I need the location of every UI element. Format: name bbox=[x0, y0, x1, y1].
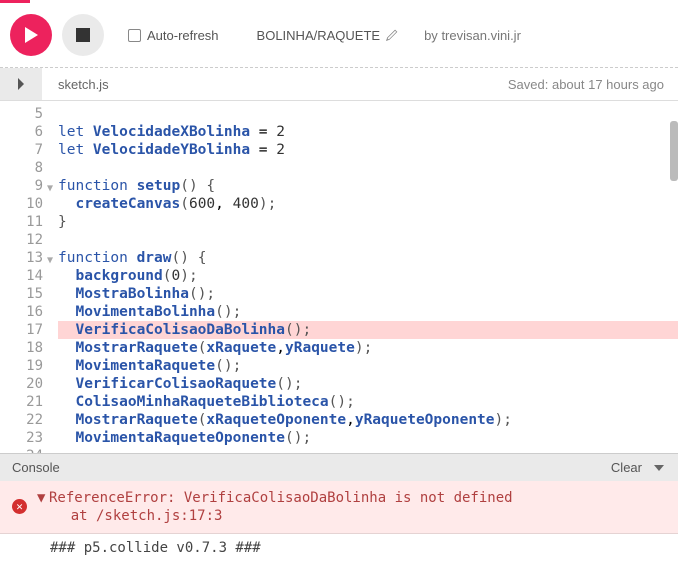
console-title: Console bbox=[12, 460, 60, 475]
play-icon bbox=[23, 26, 39, 44]
chevron-down-icon[interactable] bbox=[652, 461, 666, 475]
code-line[interactable]: MovimentaRaqueteOponente(); bbox=[58, 429, 678, 447]
line-number: 15 bbox=[0, 285, 43, 303]
code-line[interactable]: MostraBolinha(); bbox=[58, 285, 678, 303]
code-line[interactable]: VerificarColisaoRaquete(); bbox=[58, 375, 678, 393]
play-button[interactable] bbox=[10, 14, 52, 56]
code-line[interactable]: MostrarRaquete(xRaquete,yRaquete); bbox=[58, 339, 678, 357]
fold-marker-icon[interactable]: ▼ bbox=[47, 180, 53, 198]
console-body: ✕ ▼ReferenceError: VerificaColisaoDaBoli… bbox=[0, 481, 678, 562]
line-number: 23 bbox=[0, 429, 43, 447]
line-number: 24 bbox=[0, 447, 43, 453]
pencil-icon bbox=[386, 29, 398, 41]
auto-refresh-toggle[interactable]: Auto-refresh bbox=[128, 28, 219, 43]
line-number: 19 bbox=[0, 357, 43, 375]
code-line[interactable]: function setup() { bbox=[58, 177, 678, 195]
line-number: 21 bbox=[0, 393, 43, 411]
code-line[interactable]: let VelocidadeYBolinha = 2 bbox=[58, 141, 678, 159]
sketch-name[interactable]: BOLINHA/RAQUETE bbox=[257, 28, 399, 43]
error-icon: ✕ bbox=[12, 499, 27, 514]
code-area[interactable]: let VelocidadeXBolinha = 2let Velocidade… bbox=[58, 101, 678, 453]
line-number: 22 bbox=[0, 411, 43, 429]
sidebar-expand-button[interactable] bbox=[0, 68, 42, 100]
auto-refresh-label: Auto-refresh bbox=[147, 28, 219, 43]
line-number: 16 bbox=[0, 303, 43, 321]
code-line[interactable]: ColisaoMinhaRaqueteBiblioteca(); bbox=[58, 393, 678, 411]
line-number: 10 bbox=[0, 195, 43, 213]
code-line[interactable]: let VelocidadeXBolinha = 2 bbox=[58, 123, 678, 141]
stop-icon bbox=[76, 28, 90, 42]
scrollbar-thumb[interactable] bbox=[670, 121, 678, 181]
console-error-text: ▼ReferenceError: VerificaColisaoDaBolinh… bbox=[37, 489, 513, 525]
code-line[interactable]: background(0); bbox=[58, 267, 678, 285]
tab-current-file[interactable]: sketch.js bbox=[42, 69, 125, 100]
line-number: 20 bbox=[0, 375, 43, 393]
chevron-right-icon bbox=[16, 78, 26, 90]
fold-marker-icon[interactable]: ▼ bbox=[47, 252, 53, 270]
line-number: 9▼ bbox=[0, 177, 43, 195]
console-log-row: ### p5.collide v0.7.3 ### bbox=[0, 534, 678, 562]
console-actions: Clear bbox=[611, 460, 666, 475]
code-line[interactable]: MostrarRaquete(xRaqueteOponente,yRaquete… bbox=[58, 411, 678, 429]
code-line[interactable]: MovimentaBolinha(); bbox=[58, 303, 678, 321]
line-gutter: 56789▼10111213▼1415161718192021222324 bbox=[0, 101, 48, 453]
disclosure-triangle-icon: ▼ bbox=[37, 489, 49, 507]
code-line[interactable] bbox=[58, 159, 678, 177]
tab-bar: sketch.js Saved: about 17 hours ago bbox=[0, 68, 678, 101]
code-line[interactable]: VerificaColisaoDaBolinha(); bbox=[58, 321, 678, 339]
line-number: 5 bbox=[0, 105, 43, 123]
sketch-name-text: BOLINHA/RAQUETE bbox=[257, 28, 381, 43]
line-number: 18 bbox=[0, 339, 43, 357]
console-header: Console Clear bbox=[0, 453, 678, 481]
code-line[interactable]: function draw() { bbox=[58, 249, 678, 267]
line-number: 17 bbox=[0, 321, 43, 339]
console-error-row[interactable]: ✕ ▼ReferenceError: VerificaColisaoDaBoli… bbox=[0, 481, 678, 534]
code-line[interactable]: MovimentaRaquete(); bbox=[58, 357, 678, 375]
line-number: 14 bbox=[0, 267, 43, 285]
console-clear-button[interactable]: Clear bbox=[611, 460, 642, 475]
code-line[interactable] bbox=[58, 231, 678, 249]
line-number: 7 bbox=[0, 141, 43, 159]
code-line[interactable] bbox=[58, 105, 678, 123]
line-number: 13▼ bbox=[0, 249, 43, 267]
checkbox-icon bbox=[128, 29, 141, 42]
code-editor[interactable]: 56789▼10111213▼1415161718192021222324 le… bbox=[0, 101, 678, 453]
line-number: 12 bbox=[0, 231, 43, 249]
code-line[interactable] bbox=[58, 447, 678, 453]
code-line[interactable]: } bbox=[58, 213, 678, 231]
stop-button[interactable] bbox=[62, 14, 104, 56]
author-label: by trevisan.vini.jr bbox=[424, 28, 521, 43]
line-number: 6 bbox=[0, 123, 43, 141]
line-number: 11 bbox=[0, 213, 43, 231]
toolbar: Auto-refresh BOLINHA/RAQUETE by trevisan… bbox=[0, 3, 678, 68]
line-number: 8 bbox=[0, 159, 43, 177]
saved-status: Saved: about 17 hours ago bbox=[494, 69, 678, 100]
code-line[interactable]: createCanvas(600, 400); bbox=[58, 195, 678, 213]
